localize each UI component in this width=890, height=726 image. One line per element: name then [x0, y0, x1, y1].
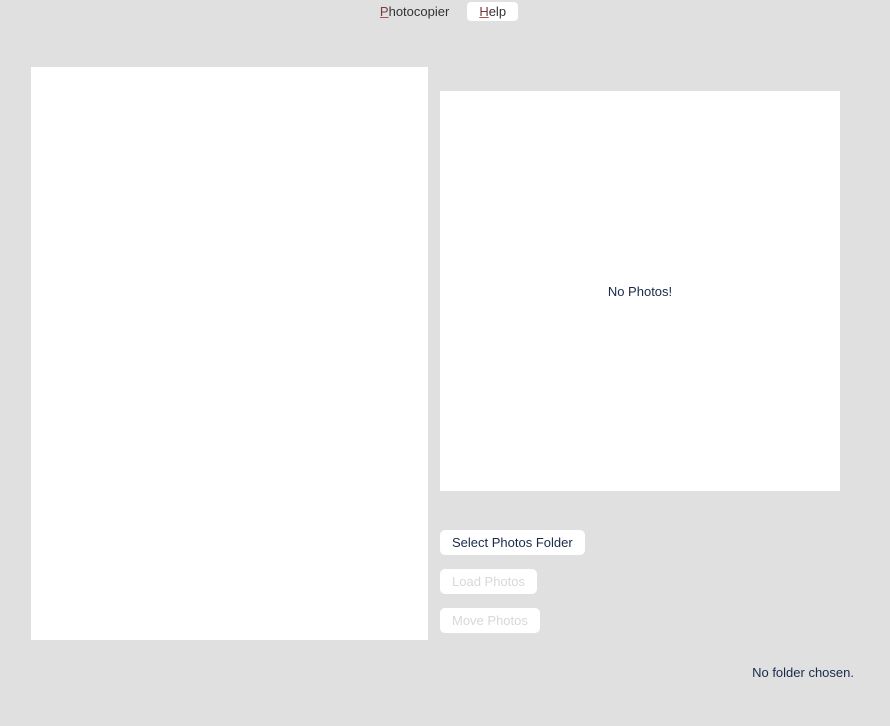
- menu-help[interactable]: Help: [467, 2, 518, 21]
- load-photos-button: Load Photos: [440, 569, 537, 594]
- select-photos-folder-button[interactable]: Select Photos Folder: [440, 530, 585, 555]
- menubar: Photocopier Help: [0, 0, 890, 20]
- folder-status-text: No folder chosen.: [752, 665, 854, 680]
- menu-mnemonic: H: [479, 4, 488, 19]
- controls-group: Select Photos Folder Load Photos Move Ph…: [440, 530, 585, 633]
- move-photos-button: Move Photos: [440, 608, 540, 633]
- photo-preview-panel: No Photos!: [440, 91, 840, 491]
- photos-list-panel: [31, 67, 428, 640]
- no-photos-label: No Photos!: [608, 284, 672, 299]
- menu-mnemonic: P: [380, 4, 389, 19]
- menu-app-name[interactable]: Photocopier: [372, 2, 457, 21]
- main-area: No Photos! Select Photos Folder Load Pho…: [0, 20, 890, 726]
- menu-help-rest: elp: [489, 4, 506, 19]
- menu-app-name-rest: hotocopier: [389, 4, 450, 19]
